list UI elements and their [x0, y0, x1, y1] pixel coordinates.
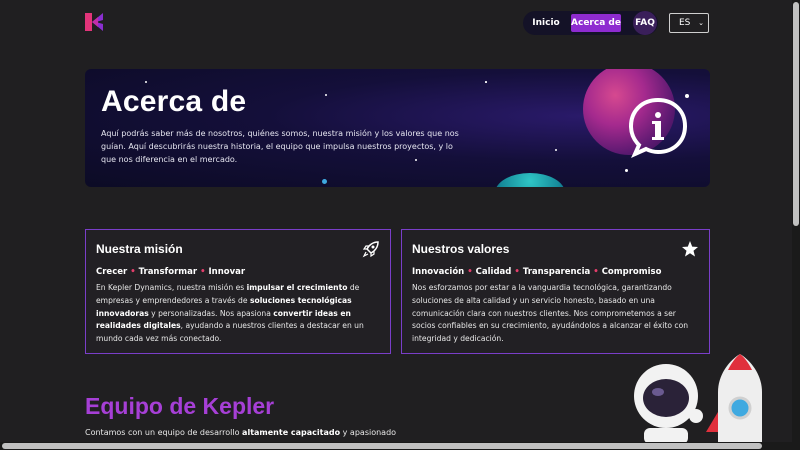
mision-card: Nuestra misión Crecer • Transformar • Innova…	[85, 229, 391, 354]
page-title: Acerca de	[101, 85, 247, 118]
scrollbar-thumb[interactable]	[2, 443, 762, 449]
astronaut-rocket-illustration	[634, 354, 762, 444]
tag: Calidad	[475, 267, 512, 277]
chevron-down-icon: ⌄	[698, 19, 704, 27]
horizontal-scrollbar[interactable]	[0, 442, 792, 450]
valores-body: Nos esforzamos por estar a la vanguardia…	[412, 283, 689, 344]
text-segment: impulsar el crecimiento	[246, 283, 348, 292]
vertical-scrollbar[interactable]	[792, 0, 800, 450]
tag-separator: •	[467, 267, 473, 277]
tag-separator: •	[593, 267, 599, 277]
valores-title: Nuestros valores	[412, 242, 510, 256]
nav-item-acerca-de[interactable]: Acerca de	[571, 14, 621, 32]
star-decoration	[555, 149, 557, 151]
hero-banner: Acerca de Aquí podrás saber más de nosot…	[85, 69, 710, 187]
nav-item-inicio[interactable]: Inicio	[531, 14, 561, 32]
star-decoration	[145, 81, 147, 83]
scrollbar-thumb[interactable]	[793, 2, 799, 226]
text-segment: y personalizadas. Nos apasiona	[148, 308, 274, 318]
tag: Compromiso	[601, 267, 662, 277]
rocket-icon	[362, 241, 379, 258]
tag: Crecer	[96, 267, 128, 277]
tag-separator: •	[200, 267, 206, 277]
text-segment: En Kepler Dynamics, nuestra misión es	[96, 283, 247, 292]
valores-card: Nuestros valores Innovación • Calidad • Tran…	[401, 229, 710, 354]
team-title: Equipo de Kepler	[85, 393, 275, 419]
mision-title: Nuestra misión	[96, 242, 183, 256]
star-decoration	[625, 169, 628, 172]
text-segment: altamente capacitado	[242, 428, 341, 437]
kepler-logo-icon[interactable]	[85, 13, 103, 31]
tag: Innovación	[412, 267, 465, 277]
star-decoration	[485, 81, 487, 83]
language-select[interactable]: ES ⌄	[669, 13, 709, 33]
tag: Transparencia	[522, 267, 591, 277]
hero-description: Aquí podrás saber más de nosotros, quién…	[101, 129, 459, 164]
header: Inicio Acerca de FAQ ES ⌄	[0, 0, 792, 44]
mision-body: En Kepler Dynamics, nuestra misión es im…	[96, 282, 380, 346]
language-value: ES	[679, 18, 691, 28]
tag: Innovar	[208, 267, 246, 277]
info-icon	[628, 97, 688, 158]
tag-separator: •	[514, 267, 520, 277]
tag: Transformar	[138, 267, 198, 277]
star-decoration	[322, 179, 327, 184]
star-icon	[682, 241, 698, 257]
mision-tags: Crecer • Transformar • Innovar	[96, 267, 380, 277]
planet-illustration	[495, 173, 565, 187]
text-segment: Contamos con un equipo de desarrollo	[85, 428, 243, 437]
valores-tags: Innovación • Calidad • Transparencia • Comprom…	[412, 267, 699, 277]
nav-item-faq[interactable]: FAQ	[633, 11, 657, 35]
star-decoration	[325, 94, 327, 96]
tag-separator: •	[130, 267, 136, 277]
